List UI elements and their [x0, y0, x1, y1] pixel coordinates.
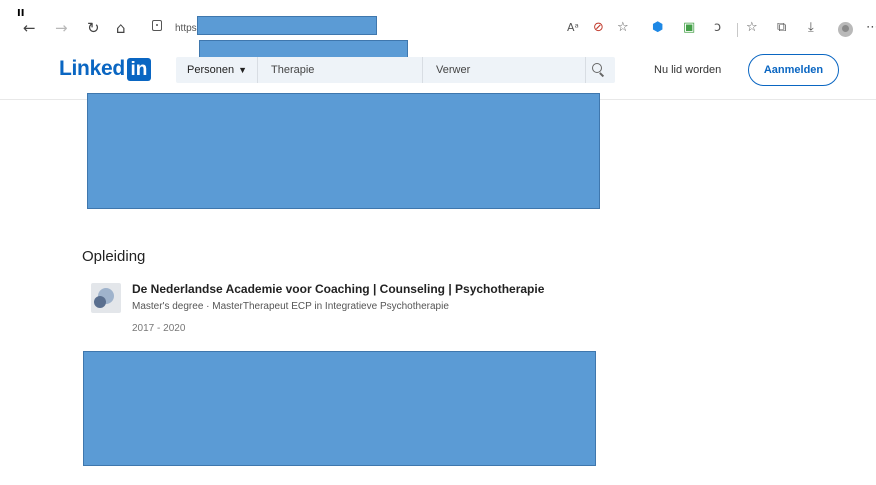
- people-search-bar: Personen ▼ Therapie Verwer: [176, 57, 615, 83]
- favorites-add-icon[interactable]: ☆: [617, 19, 629, 37]
- forward-icon[interactable]: →: [55, 18, 68, 38]
- page: II ← → ↻ ⌂ https: Aᵃ ⊘ ☆ ⬢ ▣ ↄ ☆ ⧉ ⤓ ⋯ L…: [0, 0, 876, 485]
- redacted-lower-block: [83, 351, 596, 466]
- address-bar[interactable]: https:: [175, 23, 199, 34]
- logo-wordmark: Linked: [59, 57, 125, 80]
- site-info-icon[interactable]: [152, 20, 162, 31]
- first-name-input[interactable]: Therapie: [271, 57, 421, 83]
- collections-icon[interactable]: ⧉: [777, 19, 786, 37]
- last-name-input[interactable]: Verwer: [436, 57, 576, 83]
- school-name-link[interactable]: De Nederlandse Academie voor Coaching | …: [132, 282, 544, 296]
- read-aloud-icon[interactable]: Aᵃ: [567, 19, 579, 37]
- redacted-experience-block: [87, 93, 600, 209]
- linkedin-logo[interactable]: Linked in: [59, 57, 151, 81]
- downloads-icon[interactable]: ⤓: [808, 19, 814, 37]
- logo-in-box: in: [126, 57, 151, 81]
- extension-shield-icon[interactable]: ⬢: [652, 19, 663, 37]
- search-icon[interactable]: [590, 62, 606, 78]
- browser-toolbar: ← → ↻ ⌂ https: Aᵃ ⊘ ☆ ⬢ ▣ ↄ ☆ ⧉ ⤓ ⋯: [0, 14, 876, 60]
- search-button-divider: [585, 57, 586, 83]
- reload-icon[interactable]: ↻: [87, 18, 100, 38]
- home-icon[interactable]: ⌂: [116, 18, 126, 38]
- education-dates: 2017 - 2020: [132, 323, 186, 334]
- tracking-prevention-icon[interactable]: ⊘: [593, 19, 604, 37]
- toolbar-divider: [737, 23, 738, 37]
- join-now-link[interactable]: Nu lid worden: [654, 64, 721, 76]
- education-section-title: Opleiding: [82, 248, 146, 265]
- caret-down-icon: ▼: [238, 65, 248, 75]
- search-category-label: Personen: [187, 64, 235, 76]
- sign-in-button[interactable]: Aanmelden: [748, 54, 839, 86]
- degree-text: Master's degree · MasterTherapeut ECP in…: [132, 301, 449, 312]
- more-icon[interactable]: ⋯: [866, 19, 876, 37]
- copilot-icon[interactable]: ↄ: [714, 19, 721, 37]
- favorites-icon[interactable]: ☆: [746, 19, 758, 37]
- linkedin-header: Linked in Personen ▼ Therapie Verwer Nu l…: [0, 44, 876, 100]
- extension-monitor-icon[interactable]: ▣: [683, 19, 695, 37]
- redacted-url: [197, 16, 377, 35]
- search-field-divider: [422, 57, 423, 83]
- search-category-dropdown[interactable]: Personen ▼: [176, 57, 258, 83]
- back-icon[interactable]: ←: [23, 18, 36, 38]
- profile-icon[interactable]: [838, 22, 853, 37]
- school-logo[interactable]: [91, 283, 121, 313]
